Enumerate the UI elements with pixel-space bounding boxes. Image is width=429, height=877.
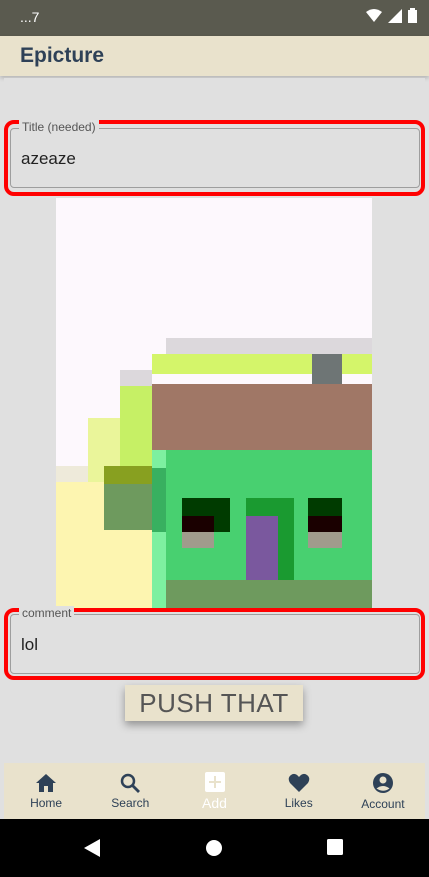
nav-account[interactable]: Account	[341, 763, 425, 819]
add-icon	[204, 771, 225, 792]
title-field-value[interactable]: azeaze	[21, 149, 76, 169]
battery-icon	[408, 8, 417, 23]
comment-field[interactable]: comment lol	[10, 606, 420, 674]
account-icon	[372, 772, 393, 793]
status-bar: ...7	[0, 0, 429, 36]
recents-icon[interactable]	[327, 839, 343, 855]
nav-likes[interactable]: Likes	[257, 763, 341, 819]
comment-field-label: comment	[19, 606, 75, 620]
title-field[interactable]: Title (needed) azeaze	[10, 120, 420, 188]
signal-icon	[388, 8, 402, 23]
nav-search-label: Search	[111, 795, 150, 810]
nav-add[interactable]: Add	[172, 763, 256, 819]
nav-home-label: Home	[30, 795, 63, 810]
app-title: Epicture	[20, 44, 105, 67]
home-icon	[36, 773, 57, 792]
nav-add-label: Add	[202, 794, 227, 811]
nav-likes-label: Likes	[284, 795, 313, 810]
pixel-house-image	[56, 198, 372, 611]
app-bar: Epicture	[0, 36, 429, 76]
heart-icon	[288, 773, 309, 792]
title-field-label: Title (needed)	[19, 120, 99, 134]
selected-image	[56, 198, 372, 611]
push-that-button[interactable]: PUSH THAT	[125, 685, 303, 721]
bottom-navigation: Home Search Add Likes Account	[4, 763, 425, 819]
nav-search[interactable]: Search	[88, 763, 172, 819]
search-icon	[121, 773, 141, 793]
system-nav-bar	[0, 819, 429, 877]
nav-home[interactable]: Home	[4, 763, 88, 819]
comment-field-value[interactable]: lol	[21, 635, 38, 655]
status-icons	[366, 8, 417, 23]
wifi-icon	[366, 8, 382, 22]
home-button-icon[interactable]	[205, 839, 223, 857]
back-icon[interactable]	[84, 839, 100, 857]
nav-account-label: Account	[361, 796, 405, 811]
app-screen: ...7 Epicture Title (needed) azeaze comm…	[0, 0, 429, 877]
status-time: ...7	[20, 9, 40, 25]
upload-form: Title (needed) azeaze comment lol PUSH T…	[4, 78, 425, 763]
